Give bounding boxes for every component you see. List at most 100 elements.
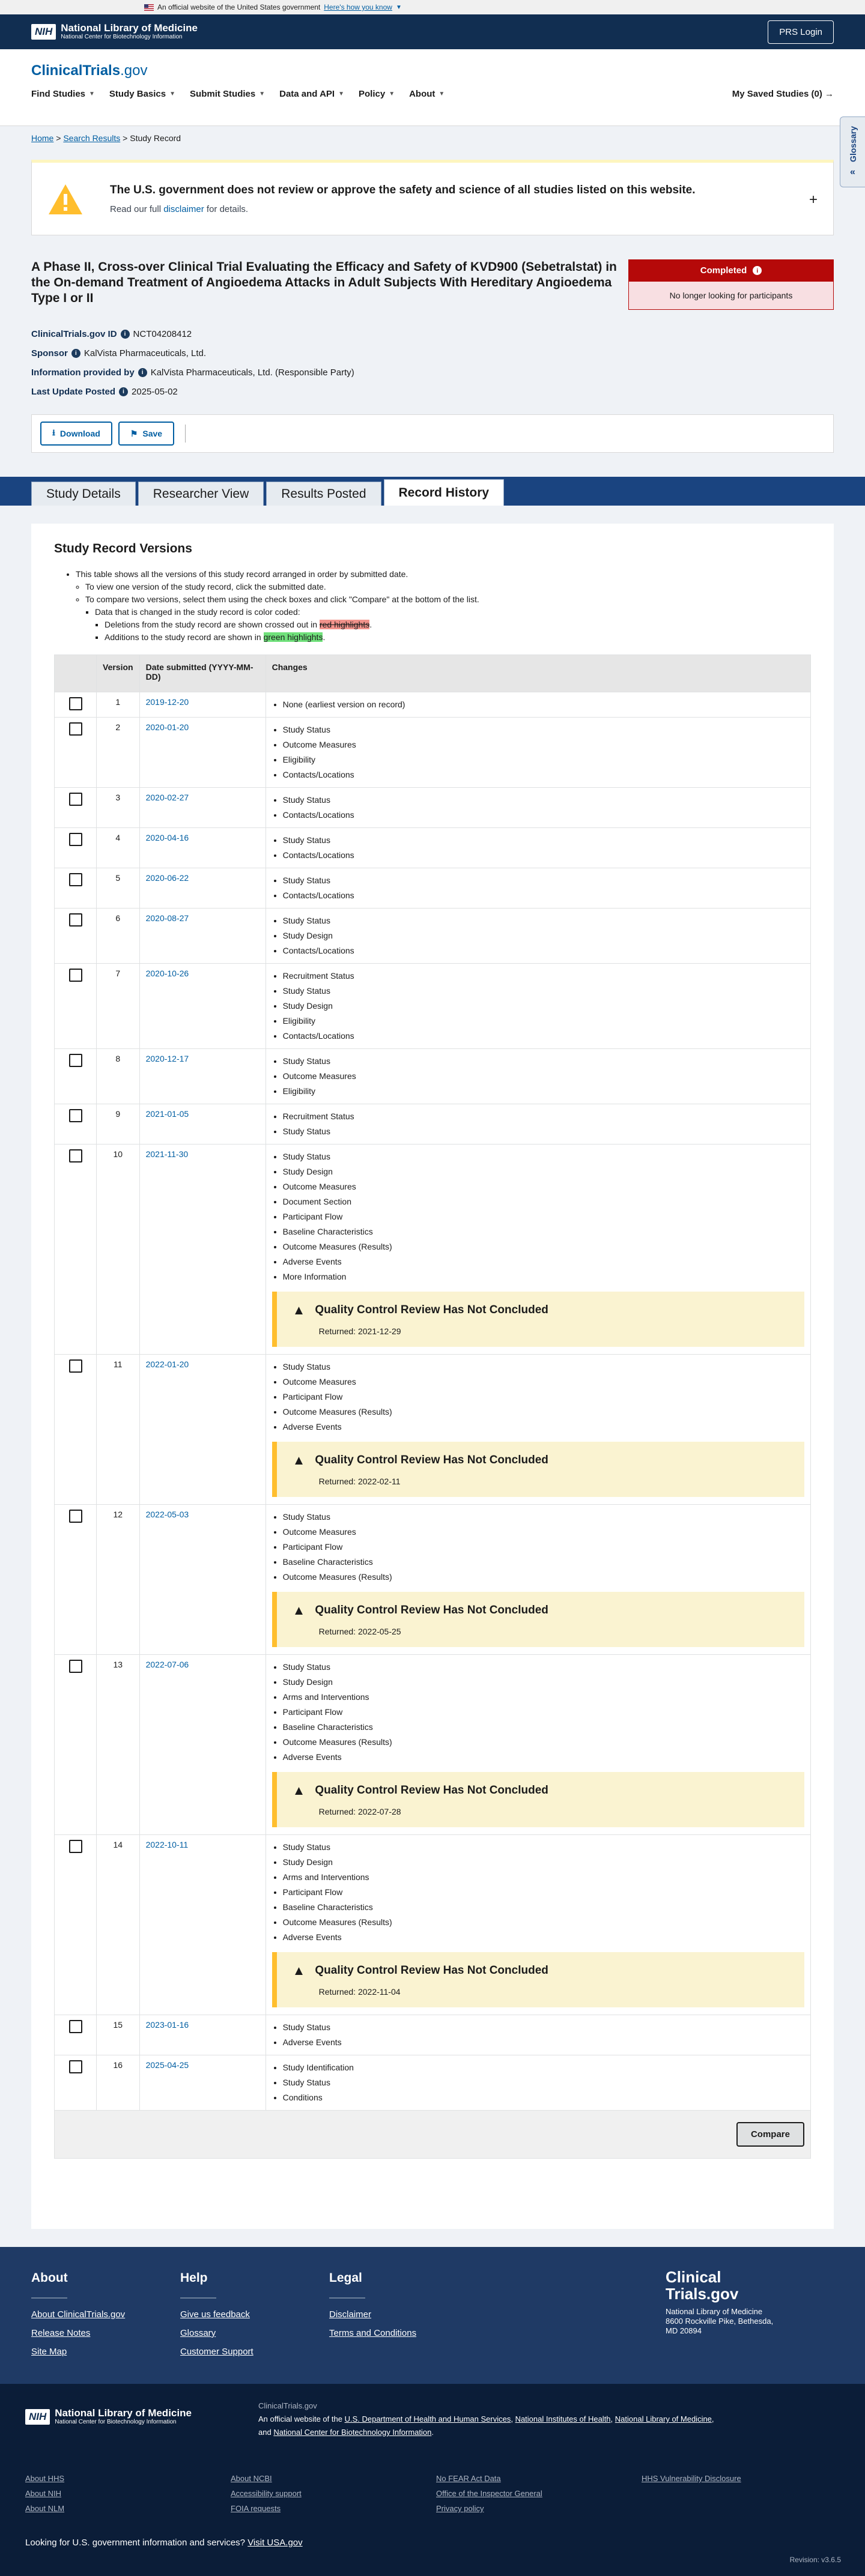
id-label: ClinicalTrials.gov ID bbox=[31, 328, 117, 339]
link-inspector-general[interactable]: Office of the Inspector General bbox=[436, 2489, 642, 2498]
clinicaltrials-logo[interactable]: ClinicalTrials.gov bbox=[31, 62, 147, 79]
version-date-link[interactable]: 2022-10-11 bbox=[146, 1840, 189, 1849]
version-checkbox[interactable] bbox=[68, 793, 82, 806]
version-date-link[interactable]: 2023-01-16 bbox=[146, 2020, 189, 2030]
nav-policy[interactable]: Policy ▼ bbox=[359, 89, 395, 99]
version-number: 3 bbox=[96, 787, 140, 828]
footer-link-feedback[interactable]: Give us feedback bbox=[180, 2309, 253, 2320]
info-icon[interactable]: i bbox=[753, 265, 762, 275]
version-checkbox[interactable] bbox=[68, 833, 82, 846]
version-checkbox[interactable] bbox=[68, 913, 82, 927]
nav-find-studies[interactable]: Find Studies ▼ bbox=[31, 89, 95, 99]
version-checkbox[interactable] bbox=[68, 2060, 82, 2073]
version-date-link[interactable]: 2021-01-05 bbox=[146, 1109, 189, 1119]
version-date-link[interactable]: 2020-02-27 bbox=[146, 793, 189, 802]
nav-data-api[interactable]: Data and API ▼ bbox=[279, 89, 344, 99]
version-date-link[interactable]: 2020-12-17 bbox=[146, 1054, 189, 1063]
chevron-down-icon: ▼ bbox=[439, 91, 445, 97]
expand-icon[interactable]: + bbox=[809, 192, 818, 208]
version-date-link[interactable]: 2020-10-26 bbox=[146, 969, 189, 978]
agency-footer: NIH National Library of Medicine Nationa… bbox=[0, 2384, 865, 2576]
version-checkbox[interactable] bbox=[68, 1660, 82, 1673]
version-row: 8 2020-12-17 Study StatusOutcome MeasuresE… bbox=[54, 1048, 812, 1104]
heres-how-you-know-link[interactable]: Here's how you know bbox=[324, 3, 392, 11]
red-highlight-sample: red highlights bbox=[319, 620, 370, 629]
download-button[interactable]: ⭳ Download bbox=[40, 422, 112, 446]
version-date-link[interactable]: 2020-01-20 bbox=[146, 722, 189, 732]
version-date-link[interactable]: 2025-04-25 bbox=[146, 2060, 189, 2070]
prs-login-button[interactable]: PRS Login bbox=[768, 20, 834, 44]
link-vulnerability[interactable]: HHS Vulnerability Disclosure bbox=[642, 2474, 847, 2483]
footer-link-disclaimer[interactable]: Disclaimer bbox=[329, 2309, 416, 2320]
tab-researcher-view[interactable]: Researcher View bbox=[138, 482, 264, 506]
disclaimer-link[interactable]: disclaimer bbox=[163, 204, 204, 214]
version-number: 6 bbox=[96, 908, 140, 964]
version-checkbox[interactable] bbox=[68, 1359, 82, 1373]
version-checkbox[interactable] bbox=[68, 1149, 82, 1163]
nih-logo-icon: NIH bbox=[25, 2409, 50, 2425]
link-accessibility[interactable]: Accessibility support bbox=[231, 2489, 436, 2498]
hhs-link[interactable]: U.S. Department of Health and Human Serv… bbox=[345, 2414, 511, 2423]
nav-submit-studies[interactable]: Submit Studies ▼ bbox=[190, 89, 265, 99]
tab-study-details[interactable]: Study Details bbox=[31, 482, 136, 506]
change-item: Study Design bbox=[283, 1164, 804, 1179]
version-date-link[interactable]: 2020-04-16 bbox=[146, 833, 189, 842]
nav-study-basics[interactable]: Study Basics ▼ bbox=[109, 89, 175, 99]
version-number: 1 bbox=[96, 692, 140, 718]
nav-about[interactable]: About ▼ bbox=[409, 89, 445, 99]
info-icon[interactable]: i bbox=[138, 367, 147, 377]
link-about-ncbi[interactable]: About NCBI bbox=[231, 2474, 436, 2483]
footer-help: Help Give us feedback Glossary Customer … bbox=[180, 2271, 253, 2365]
ncbi-link[interactable]: National Center for Biotechnology Inform… bbox=[273, 2428, 431, 2437]
version-checkbox[interactable] bbox=[68, 969, 82, 982]
version-date-link[interactable]: 2022-01-20 bbox=[146, 1359, 189, 1369]
info-icon[interactable]: i bbox=[120, 329, 130, 339]
version-date-link[interactable]: 2021-11-30 bbox=[146, 1149, 189, 1159]
disclaimer-accordion[interactable]: The U.S. government does not review or a… bbox=[31, 160, 834, 235]
version-checkbox[interactable] bbox=[68, 1109, 82, 1122]
footer-link-about[interactable]: About ClinicalTrials.gov bbox=[31, 2309, 125, 2320]
link-privacy[interactable]: Privacy policy bbox=[436, 2504, 642, 2513]
tab-record-history[interactable]: Record History bbox=[383, 479, 505, 506]
version-checkbox[interactable] bbox=[68, 873, 82, 886]
breadcrumb-search-results[interactable]: Search Results bbox=[63, 133, 120, 143]
my-saved-studies-link[interactable]: My Saved Studies (0) → bbox=[732, 89, 834, 99]
version-date-link[interactable]: 2019-12-20 bbox=[146, 697, 189, 707]
link-about-nih[interactable]: About NIH bbox=[25, 2489, 231, 2498]
nlm-link[interactable]: National Library of Medicine bbox=[615, 2414, 712, 2423]
footer-link-glossary[interactable]: Glossary bbox=[180, 2328, 253, 2338]
footer-link-support[interactable]: Customer Support bbox=[180, 2347, 253, 2357]
version-checkbox[interactable] bbox=[68, 1840, 82, 1853]
tab-results-posted[interactable]: Results Posted bbox=[266, 482, 381, 506]
version-date-link[interactable]: 2020-08-27 bbox=[146, 913, 189, 923]
record-history-panel: Study Record Versions This table shows a… bbox=[31, 524, 834, 2229]
footer-link-site-map[interactable]: Site Map bbox=[31, 2347, 125, 2357]
compare-button[interactable]: Compare bbox=[736, 2122, 804, 2147]
version-checkbox[interactable] bbox=[68, 1510, 82, 1523]
link-about-nlm[interactable]: About NLM bbox=[25, 2504, 231, 2513]
footer-link-release-notes[interactable]: Release Notes bbox=[31, 2328, 125, 2338]
info-icon[interactable]: i bbox=[119, 387, 129, 396]
version-checkbox[interactable] bbox=[68, 722, 82, 736]
info-icon[interactable]: i bbox=[71, 348, 80, 358]
nih-link[interactable]: National Institutes of Health bbox=[515, 2414, 611, 2423]
save-button[interactable]: ⚑ Save bbox=[118, 422, 175, 446]
link-no-fear[interactable]: No FEAR Act Data bbox=[436, 2474, 642, 2483]
version-checkbox[interactable] bbox=[68, 697, 82, 710]
version-date-link[interactable]: 2022-05-03 bbox=[146, 1510, 189, 1519]
link-about-hhs[interactable]: About HHS bbox=[25, 2474, 231, 2483]
nlm-footer-logo[interactable]: NIH National Library of Medicine Nationa… bbox=[25, 2408, 192, 2426]
link-foia[interactable]: FOIA requests bbox=[231, 2504, 436, 2513]
warning-icon: ▲ bbox=[292, 1783, 306, 1798]
footer-link-terms[interactable]: Terms and Conditions bbox=[329, 2328, 416, 2338]
usa-gov-link[interactable]: Visit USA.gov bbox=[247, 2538, 302, 2548]
version-date-link[interactable]: 2020-06-22 bbox=[146, 873, 189, 883]
breadcrumb-home[interactable]: Home bbox=[31, 133, 53, 143]
version-checkbox[interactable] bbox=[68, 2020, 82, 2033]
nlm-logo[interactable]: NIH National Library of Medicine Nationa… bbox=[31, 23, 198, 41]
warning-icon: ▲ bbox=[292, 1302, 306, 1317]
qc-alert: ▲ Quality Control Review Has Not Conclude… bbox=[272, 1442, 804, 1497]
version-date-link[interactable]: 2022-07-06 bbox=[146, 1660, 189, 1669]
change-item: Study Status bbox=[283, 913, 804, 928]
version-checkbox[interactable] bbox=[68, 1054, 82, 1067]
